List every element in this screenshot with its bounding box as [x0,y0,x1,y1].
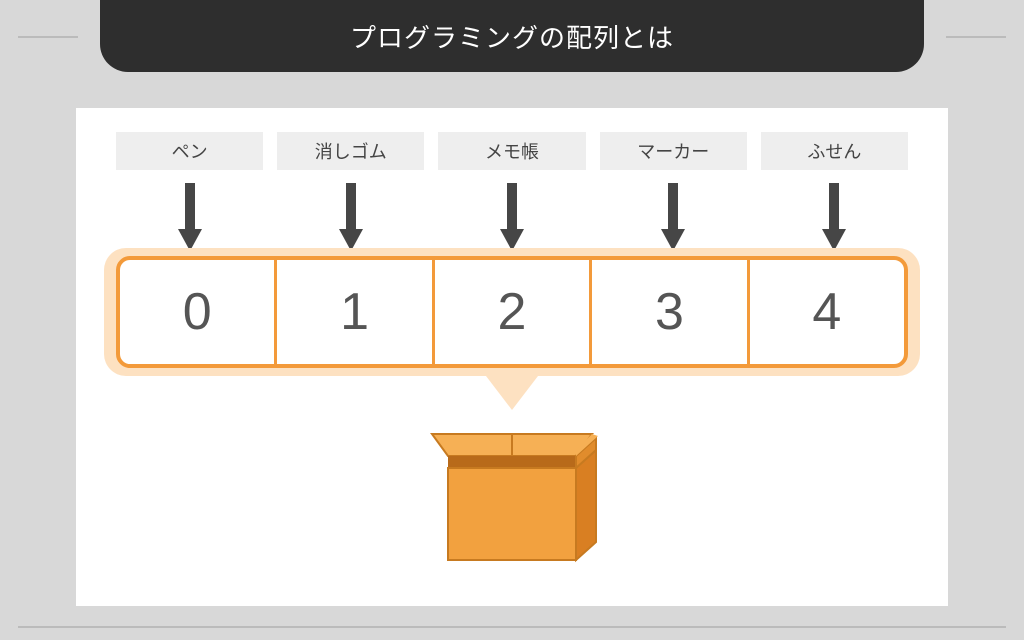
page-title: プログラミングの配列とは [350,18,674,55]
array-cell: 0 [120,260,277,364]
arrow-cell [116,178,263,258]
title-bar: プログラミングの配列とは [100,0,924,72]
item-chip: ふせん [761,132,908,170]
storage-box-icon [422,416,602,576]
array-cell: 2 [435,260,592,364]
array-container: 0 1 2 3 4 [116,256,908,368]
items-row: ペン 消しゴム メモ帳 マーカー ふせん [116,132,908,170]
arrow-down-icon [178,183,202,253]
diagram-panel: ペン 消しゴム メモ帳 マーカー ふせん [76,108,948,606]
array-cell: 1 [277,260,434,364]
divider-bottom [18,626,1006,628]
pointer-down-icon [486,376,538,410]
item-chip: マーカー [600,132,747,170]
item-chip: メモ帳 [438,132,585,170]
arrow-cell [277,178,424,258]
arrow-down-icon [661,183,685,253]
arrow-down-icon [822,183,846,253]
item-chip: 消しゴム [277,132,424,170]
arrow-cell [761,178,908,258]
arrow-down-icon [339,183,363,253]
array-cell: 4 [750,260,904,364]
arrow-down-icon [500,183,524,253]
array-cell: 3 [592,260,749,364]
divider-top-right [946,36,1006,38]
arrow-cell [438,178,585,258]
arrow-cell [600,178,747,258]
arrows-row [116,178,908,258]
item-chip: ペン [116,132,263,170]
divider-top-left [18,36,78,38]
